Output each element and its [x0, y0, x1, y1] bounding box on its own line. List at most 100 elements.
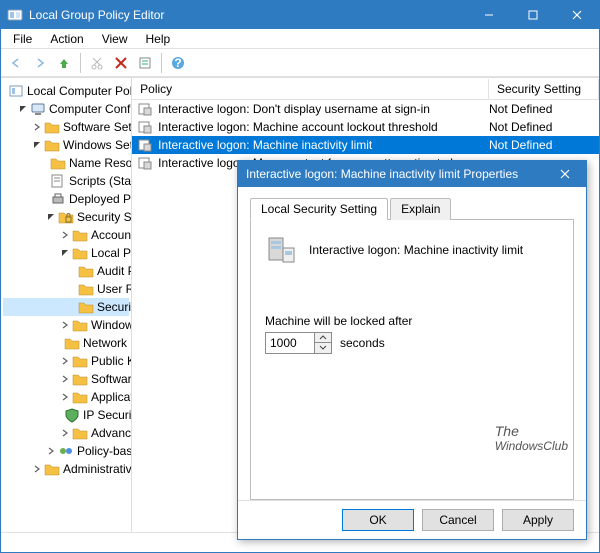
expand-icon[interactable] [61, 355, 69, 367]
tree: Local Computer Policy Computer Configura… [1, 78, 131, 482]
expand-icon[interactable] [61, 373, 69, 385]
dialog-title: Interactive logon: Machine inactivity li… [246, 167, 544, 181]
minimize-button[interactable] [467, 1, 511, 29]
folder-icon [78, 299, 94, 315]
expand-icon[interactable] [47, 445, 55, 457]
server-icon [265, 234, 297, 266]
tab-panel: Interactive logon: Machine inactivity li… [250, 220, 574, 500]
up-button[interactable] [53, 52, 75, 74]
folder-icon [44, 137, 60, 153]
list-header: Policy Security Setting [132, 78, 599, 100]
tree-adv-audit[interactable]: Advanced Audit Polic [3, 424, 129, 442]
collapse-icon[interactable] [33, 139, 41, 151]
forward-button [29, 52, 51, 74]
policy-icon [8, 83, 24, 99]
tree-computer-configuration[interactable]: Computer Configuration [3, 100, 129, 118]
computer-icon [30, 101, 46, 117]
dialog-buttons: OK Cancel Apply [238, 500, 586, 539]
cancel-button[interactable]: Cancel [422, 509, 494, 531]
dialog-body: Local Security Setting Explain Interacti… [238, 187, 586, 500]
seconds-spinner[interactable] [265, 332, 332, 354]
list-row[interactable]: Interactive logon: Don't display usernam… [132, 100, 599, 118]
script-icon [50, 173, 66, 189]
window-title: Local Group Policy Editor [29, 8, 467, 22]
menu-action[interactable]: Action [42, 30, 91, 48]
column-security-setting[interactable]: Security Setting [489, 79, 599, 99]
tree-root[interactable]: Local Computer Policy [3, 82, 129, 100]
folder-icon [72, 227, 88, 243]
menu-file[interactable]: File [5, 30, 40, 48]
svg-text:?: ? [174, 56, 181, 70]
expand-icon[interactable] [61, 229, 69, 241]
cut-icon [86, 52, 108, 74]
tree-name-resolution[interactable]: Name Resolution Policy [3, 154, 129, 172]
back-button [5, 52, 27, 74]
collapse-icon[interactable] [19, 103, 27, 115]
titlebar: Local Group Policy Editor [1, 1, 599, 29]
folder-icon [72, 353, 88, 369]
tree-ipsec[interactable]: IP Security Policies on [3, 406, 129, 424]
expand-icon[interactable] [33, 121, 41, 133]
tree-security-settings[interactable]: Security Settings [3, 208, 129, 226]
dialog-close-button[interactable] [544, 161, 586, 187]
tree-local-policies[interactable]: Local Policies [3, 244, 129, 262]
tree-user-rights[interactable]: User Rights Assign [3, 280, 129, 298]
list-row[interactable]: Interactive logon: Machine account locko… [132, 118, 599, 136]
list-row[interactable]: Interactive logon: Machine inactivity li… [132, 136, 599, 154]
tree-security-options[interactable]: Security Options [3, 298, 129, 316]
policy-text: Interactive logon: Don't display usernam… [158, 102, 483, 116]
folder-icon [78, 263, 94, 279]
policy-text: Interactive logon: Machine inactivity li… [158, 138, 483, 152]
tree-deployed-printers[interactable]: Deployed Printers [3, 190, 129, 208]
tree-public-key[interactable]: Public Key Policies [3, 352, 129, 370]
close-button[interactable] [555, 1, 599, 29]
spin-up-button[interactable] [315, 333, 331, 343]
tree-windows-defender[interactable]: Windows Defender Fir [3, 316, 129, 334]
column-policy[interactable]: Policy [132, 79, 489, 99]
collapse-icon[interactable] [47, 211, 55, 223]
tree-audit-policy[interactable]: Audit Policy [3, 262, 129, 280]
tree-account-policies[interactable]: Account Policies [3, 226, 129, 244]
dialog-tabs: Local Security Setting Explain [250, 197, 574, 220]
security-icon [58, 209, 74, 225]
tree-admin-templates[interactable]: Administrative Templates [3, 460, 129, 478]
folder-icon [44, 461, 60, 477]
help-button[interactable]: ? [167, 52, 189, 74]
app-icon [7, 7, 23, 23]
apply-button[interactable]: Apply [502, 509, 574, 531]
policy-item-icon [138, 102, 152, 116]
menu-view[interactable]: View [94, 30, 136, 48]
seconds-input[interactable] [266, 333, 314, 353]
policy-item-icon [138, 120, 152, 134]
shield-icon [64, 407, 80, 423]
collapse-icon[interactable] [61, 247, 69, 259]
tree-software-restriction[interactable]: Software Restriction P [3, 370, 129, 388]
folder-icon [44, 119, 60, 135]
tree-windows-settings[interactable]: Windows Settings [3, 136, 129, 154]
expand-icon[interactable] [61, 391, 69, 403]
tree-app-control[interactable]: Application Control P [3, 388, 129, 406]
tree-software-settings[interactable]: Software Settings [3, 118, 129, 136]
expand-icon[interactable] [61, 427, 69, 439]
folder-icon [72, 245, 88, 261]
properties-button[interactable] [134, 52, 156, 74]
tab-explain[interactable]: Explain [390, 198, 451, 220]
seconds-unit-label: seconds [340, 336, 385, 350]
spin-down-button[interactable] [315, 343, 331, 353]
tree-policy-qos[interactable]: Policy-based QoS [3, 442, 129, 460]
ok-button[interactable]: OK [342, 509, 414, 531]
maximize-button[interactable] [511, 1, 555, 29]
tree-network-list[interactable]: Network List Manage [3, 334, 129, 352]
setting-text: Not Defined [489, 120, 599, 134]
policy-text: Interactive logon: Machine account locko… [158, 120, 483, 134]
folder-icon [72, 317, 88, 333]
tab-local-security-setting[interactable]: Local Security Setting [250, 198, 388, 220]
tree-scripts[interactable]: Scripts (Startup/Shutdown [3, 172, 129, 190]
qos-icon [58, 443, 74, 459]
delete-button[interactable] [110, 52, 132, 74]
setting-text: Not Defined [489, 102, 599, 116]
menu-help[interactable]: Help [138, 30, 179, 48]
expand-icon[interactable] [33, 463, 41, 475]
expand-icon[interactable] [61, 319, 69, 331]
printer-icon [50, 191, 66, 207]
